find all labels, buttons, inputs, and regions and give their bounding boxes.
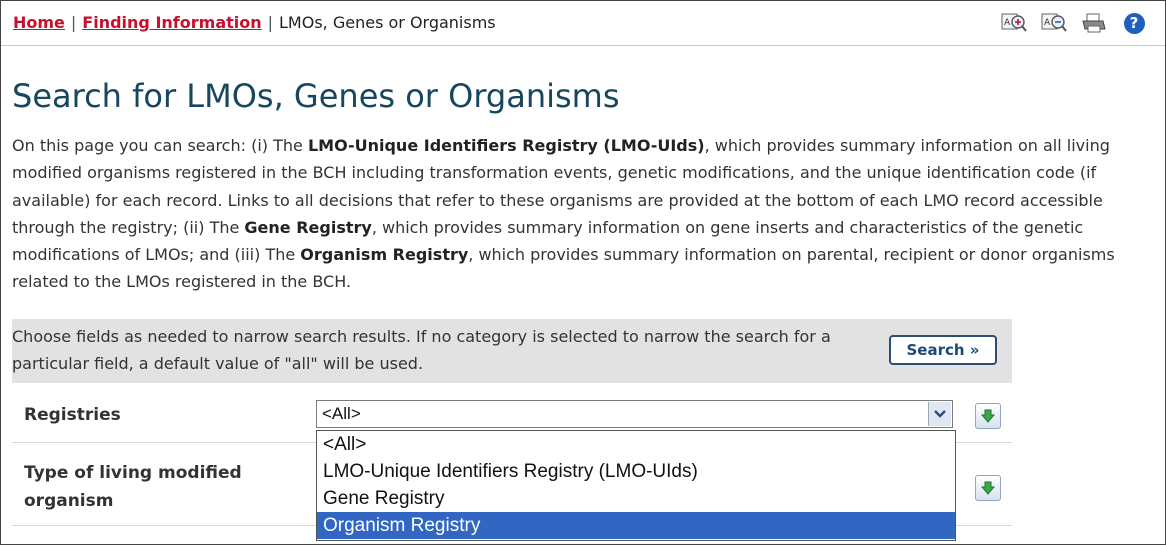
breadcrumb: Home | Finding Information | LMOs, Genes or …	[13, 13, 496, 32]
help-icon[interactable]: ?	[1121, 11, 1147, 35]
registries-option[interactable]: <All>	[317, 431, 955, 458]
svg-text:A: A	[1004, 18, 1011, 28]
search-instructions: Choose fields as needed to narrow search…	[12, 327, 831, 373]
registries-option-highlighted[interactable]: Organism Registry	[317, 512, 955, 539]
intro-text: On this page you can search: (i) The	[12, 136, 308, 155]
registries-option[interactable]: LMO-Unique Identifiers Registry (LMO-UId…	[317, 458, 955, 485]
registries-select-value: <All>	[322, 404, 361, 423]
zoom-out-text-icon[interactable]: A	[1041, 11, 1067, 35]
expand-type-of-lmo-icon[interactable]	[975, 475, 1001, 501]
intro-bold-gene-registry: Gene Registry	[244, 217, 372, 237]
chevron-down-icon[interactable]	[928, 402, 951, 426]
help-glyph: ?	[1123, 12, 1145, 34]
search-panel: Choose fields as needed to narrow search…	[12, 319, 1012, 383]
toolbar: A A ?	[1001, 11, 1147, 35]
svg-text:A: A	[1044, 18, 1051, 28]
zoom-in-text-icon[interactable]: A	[1001, 11, 1027, 35]
print-icon[interactable]	[1081, 11, 1107, 35]
search-button[interactable]: Search »	[889, 335, 997, 365]
intro-bold-organism-registry: Organism Registry	[300, 245, 469, 265]
breadcrumb-separator: |	[70, 13, 77, 32]
registries-dropdown-list: <All> LMO-Unique Identifiers Registry (L…	[316, 430, 956, 541]
page-title: Search for LMOs, Genes or Organisms	[12, 77, 620, 115]
registries-label: Registries	[24, 405, 121, 425]
breadcrumb-finding-information-link[interactable]: Finding Information	[82, 13, 261, 32]
registries-select[interactable]: <All>	[316, 400, 953, 428]
breadcrumb-separator: |	[267, 13, 274, 32]
type-of-lmo-label: Type of living modified organism	[24, 463, 242, 511]
expand-registries-icon[interactable]	[975, 403, 1001, 429]
registries-option[interactable]: Gene Registry	[317, 485, 955, 512]
top-bar: Home | Finding Information | LMOs, Genes or …	[1, 1, 1165, 46]
intro-paragraph: On this page you can search: (i) The LMO…	[12, 132, 1152, 296]
page-frame: Home | Finding Information | LMOs, Genes or …	[0, 0, 1166, 545]
intro-bold-lmo-uids: LMO-Unique Identifiers Registry (LMO-UId…	[307, 136, 705, 155]
breadcrumb-home-link[interactable]: Home	[13, 13, 65, 32]
breadcrumb-current: LMOs, Genes or Organisms	[279, 13, 496, 32]
